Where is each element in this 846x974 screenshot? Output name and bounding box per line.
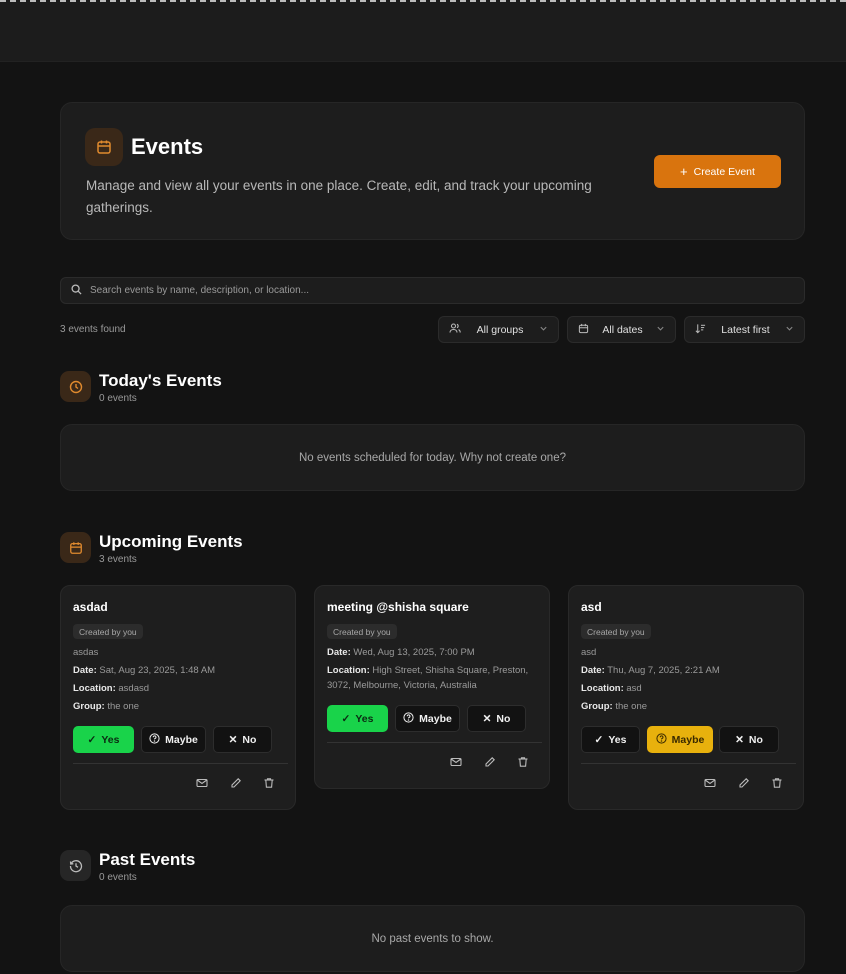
rsvp-no-button[interactable]: ✕ No (719, 726, 779, 753)
search-input[interactable] (90, 285, 804, 296)
events-header-card: Events Manage and view all your events i… (60, 102, 805, 240)
question-circle-icon (403, 711, 414, 726)
search-bar[interactable] (60, 277, 805, 304)
event-description: asdas (73, 647, 99, 658)
event-card[interactable]: meeting @shisha square Created by you Da… (314, 585, 550, 789)
rsvp-maybe-button[interactable]: Maybe (141, 726, 206, 753)
question-circle-icon (149, 732, 160, 747)
edit-icon[interactable] (228, 775, 244, 791)
past-empty-state: No past events to show. (60, 905, 805, 972)
today-section-count: 0 events (99, 393, 137, 404)
clock-icon (60, 371, 91, 402)
event-title: asdad (73, 600, 108, 614)
event-location: Location: asd (581, 683, 642, 694)
create-event-button[interactable]: + Create Event (654, 155, 781, 188)
page-description: Manage and view all your events in one p… (86, 178, 592, 215)
history-icon (60, 850, 91, 881)
calendar-icon (578, 323, 589, 337)
event-location: Location: asdasd (73, 683, 150, 694)
chevron-down-icon (785, 324, 794, 336)
plus-icon: + (680, 164, 688, 179)
top-navigation-bar (0, 0, 846, 62)
rsvp-maybe-button[interactable]: Maybe (647, 726, 713, 753)
event-card[interactable]: asd Created by you asd Date: Thu, Aug 7,… (568, 585, 804, 810)
close-icon: ✕ (482, 712, 492, 725)
check-icon: ✓ (594, 733, 604, 746)
group-filter-value: All groups (476, 323, 524, 336)
page-title: Events (131, 134, 204, 159)
edit-icon[interactable] (482, 754, 498, 770)
chevron-down-icon (656, 324, 665, 336)
mail-icon[interactable] (448, 754, 464, 770)
close-icon: ✕ (228, 733, 238, 746)
check-icon: ✓ (87, 733, 97, 746)
results-count: 3 events found (60, 324, 126, 335)
delete-icon[interactable] (515, 754, 531, 770)
creator-badge: Created by you (73, 624, 143, 639)
sort-value: Latest first (721, 323, 770, 336)
rsvp-yes-button[interactable]: ✓ Yes (327, 705, 388, 732)
event-card[interactable]: asdad Created by you asdas Date: Sat, Au… (60, 585, 296, 810)
delete-icon[interactable] (261, 775, 277, 791)
delete-icon[interactable] (769, 775, 785, 791)
event-group: Group: the one (73, 701, 140, 712)
edit-icon[interactable] (736, 775, 752, 791)
past-section-title: Past Events (99, 850, 196, 869)
date-filter-value: All dates (602, 323, 643, 336)
users-icon (449, 322, 461, 337)
event-location: Location: High Street, Shisha Square, Pr… (327, 665, 529, 691)
check-icon: ✓ (341, 712, 351, 725)
group-filter-select[interactable]: All groups (438, 316, 559, 343)
search-icon (71, 282, 82, 300)
sort-icon (695, 323, 706, 337)
creator-badge: Created by you (327, 624, 397, 639)
past-section-count: 0 events (99, 872, 137, 883)
calendar-icon (60, 532, 91, 563)
creator-badge: Created by you (581, 624, 651, 639)
calendar-icon (85, 128, 123, 166)
today-empty-state: No events scheduled for today. Why not c… (60, 424, 805, 491)
event-title: meeting @shisha square (327, 600, 469, 614)
rsvp-yes-button[interactable]: ✓ Yes (581, 726, 640, 753)
rsvp-yes-button[interactable]: ✓ Yes (73, 726, 134, 753)
mail-icon[interactable] (194, 775, 210, 791)
rsvp-no-button[interactable]: ✕ No (213, 726, 272, 753)
card-divider (73, 763, 288, 764)
event-date: Date: Sat, Aug 23, 2025, 1:48 AM (73, 665, 216, 676)
today-section-title: Today's Events (99, 371, 222, 390)
card-divider (581, 763, 796, 764)
close-icon: ✕ (735, 733, 744, 746)
mail-icon[interactable] (702, 775, 718, 791)
event-description: asd (581, 647, 597, 658)
question-circle-icon (656, 732, 667, 747)
create-event-label: Create Event (693, 165, 755, 178)
chevron-down-icon (539, 324, 548, 336)
event-date: Date: Thu, Aug 7, 2025, 2:21 AM (581, 665, 720, 676)
upcoming-section-count: 3 events (99, 554, 137, 565)
event-title: asd (581, 600, 602, 614)
date-filter-select[interactable]: All dates (567, 316, 676, 343)
rsvp-no-button[interactable]: ✕ No (467, 705, 526, 732)
upcoming-section-title: Upcoming Events (99, 532, 243, 551)
rsvp-maybe-button[interactable]: Maybe (395, 705, 460, 732)
event-group: Group: the one (581, 701, 648, 712)
card-divider (327, 742, 542, 743)
sort-select[interactable]: Latest first (684, 316, 805, 343)
event-date: Date: Wed, Aug 13, 2025, 7:00 PM (327, 647, 475, 658)
